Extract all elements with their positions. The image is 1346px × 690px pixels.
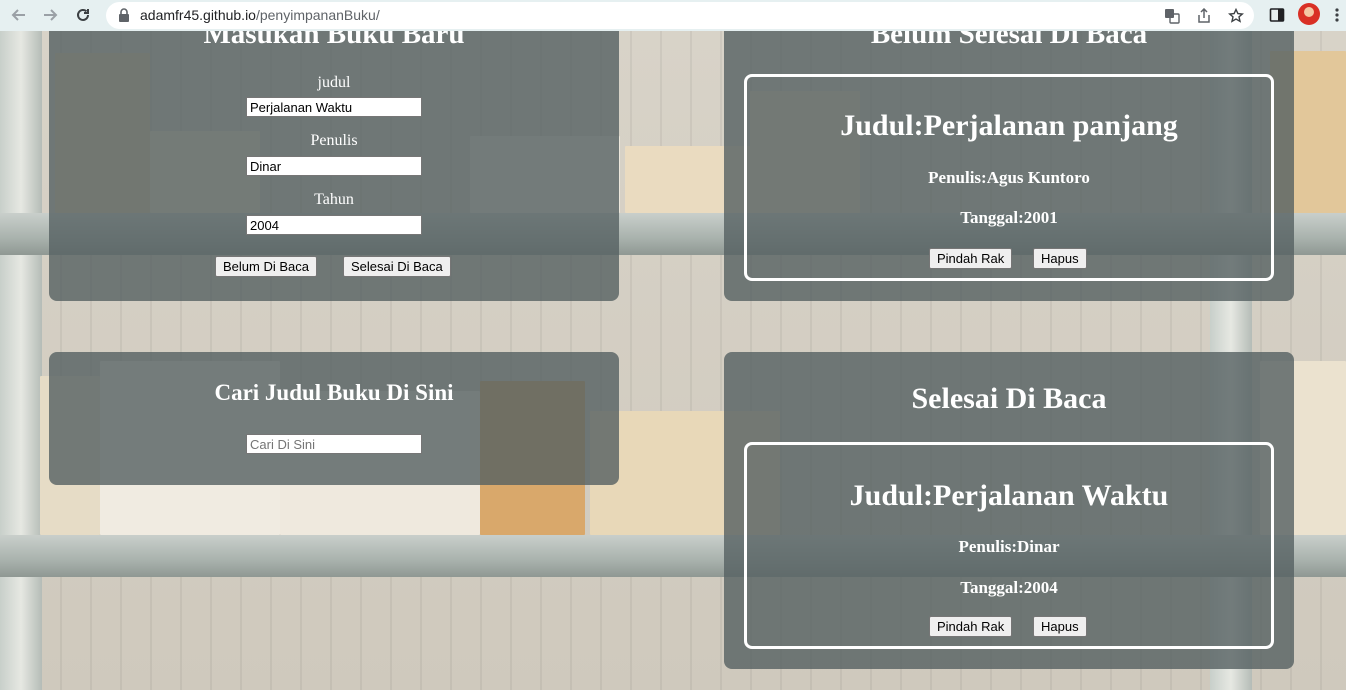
side-panel-icon[interactable] — [1266, 4, 1288, 26]
search-input[interactable] — [246, 434, 422, 454]
shelf-upright — [0, 31, 42, 690]
judul-input[interactable] — [246, 97, 422, 117]
read-shelf-panel: Selesai Di Baca Judul:Perjalanan Waktu P… — [724, 352, 1294, 669]
profile-avatar[interactable] — [1298, 3, 1320, 25]
url-text: adamfr45.github.io/penyimpananBuku/ — [140, 7, 380, 23]
penulis-label: Penulis — [310, 132, 358, 149]
unread-shelf-panel: Belum Selesai Di Baca Judul:Perjalanan p… — [724, 31, 1294, 301]
search-panel: Cari Judul Buku Di Sini — [49, 352, 619, 485]
back-button[interactable] — [6, 3, 32, 27]
url-host: adamfr45.github.io — [140, 7, 256, 23]
bookmark-star-icon[interactable] — [1226, 6, 1246, 26]
search-title: Cari Judul Buku Di Sini — [214, 380, 454, 405]
unread-submit-button[interactable]: Belum Di Baca — [215, 256, 317, 277]
back-arrow-icon — [11, 9, 25, 21]
move-shelf-button[interactable]: Pindah Rak — [929, 248, 1013, 269]
read-shelf-title: Selesai Di Baca — [911, 382, 1107, 415]
translate-icon[interactable] — [1162, 6, 1182, 26]
share-icon[interactable] — [1194, 6, 1214, 26]
forward-arrow-icon — [44, 9, 58, 21]
book-title: Judul:Perjalanan Waktu — [849, 479, 1169, 512]
tahun-input[interactable] — [246, 215, 422, 235]
book-year: Tanggal:2004 — [960, 578, 1058, 597]
book-author: Penulis:Dinar — [958, 537, 1060, 556]
add-book-title: Masukan Buku Baru — [203, 31, 465, 50]
delete-button[interactable]: Hapus — [1033, 616, 1087, 637]
add-book-panel: Masukan Buku Baru judul Penulis Tahun Be… — [49, 31, 619, 301]
book-year: Tanggal:2001 — [960, 208, 1058, 227]
judul-label: judul — [317, 74, 351, 91]
url-path: /penyimpananBuku/ — [255, 7, 380, 23]
book-title: Judul:Perjalanan panjang — [840, 109, 1178, 142]
reload-icon — [77, 8, 89, 21]
penulis-input[interactable] — [246, 156, 422, 176]
tahun-label: Tahun — [314, 191, 354, 208]
read-submit-button[interactable]: Selesai Di Baca — [343, 256, 451, 277]
book-card: Judul:Perjalanan panjang Penulis:Agus Ku… — [744, 74, 1274, 281]
move-shelf-button[interactable]: Pindah Rak — [929, 616, 1013, 637]
browser-toolbar: adamfr45.github.io/penyimpananBuku/ — [0, 0, 1346, 31]
menu-kebab-icon[interactable] — [1326, 4, 1346, 26]
page-background: Masukan Buku Baru judul Penulis Tahun Be… — [0, 31, 1346, 690]
delete-button[interactable]: Hapus — [1033, 248, 1087, 269]
unread-shelf-title: Belum Selesai Di Baca — [870, 31, 1148, 50]
forward-button[interactable] — [37, 3, 63, 27]
book-author: Penulis:Agus Kuntoro — [928, 168, 1090, 187]
address-bar[interactable]: adamfr45.github.io/penyimpananBuku/ — [106, 2, 1254, 29]
lock-icon — [119, 8, 129, 22]
book-card: Judul:Perjalanan Waktu Penulis:Dinar Tan… — [744, 442, 1274, 649]
reload-button[interactable] — [70, 3, 96, 27]
